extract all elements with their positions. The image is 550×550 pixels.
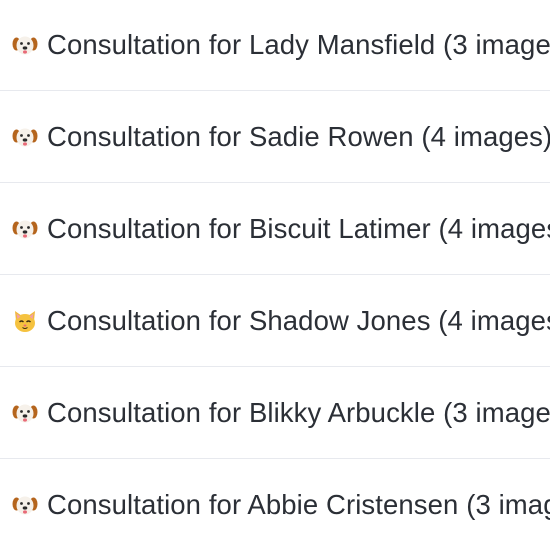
dog-face-icon [12,216,38,242]
dog-face-icon [12,32,38,58]
consultation-title: Consultation for Blikky Arbuckle (3 imag… [47,397,550,428]
consultation-title: Consultation for Sadie Rowen (4 images) [47,121,550,152]
consultation-row[interactable]: Consultation for Sadie Rowen (4 images) [0,91,550,183]
dog-face-icon [12,400,38,426]
dog-face-icon [12,492,38,518]
consultation-row[interactable]: Consultation for Shadow Jones (4 images) [0,275,550,367]
consultation-row[interactable]: Consultation for Blikky Arbuckle (3 imag… [0,367,550,459]
consultation-row[interactable]: Consultation for Lady Mansfield (3 image… [0,0,550,91]
cat-face-icon [12,308,38,334]
consultation-row[interactable]: Consultation for Abbie Cristensen (3 ima… [0,459,550,550]
consultation-title: Consultation for Biscuit Latimer (4 imag… [47,213,550,244]
consultation-list: Consultation for Lady Mansfield (3 image… [0,0,550,549]
consultation-title: Consultation for Abbie Cristensen (3 ima… [47,489,550,520]
consultation-title: Consultation for Shadow Jones (4 images) [47,305,550,336]
consultation-row[interactable]: Consultation for Biscuit Latimer (4 imag… [0,183,550,275]
dog-face-icon [12,124,38,150]
consultation-title: Consultation for Lady Mansfield (3 image… [47,29,550,60]
